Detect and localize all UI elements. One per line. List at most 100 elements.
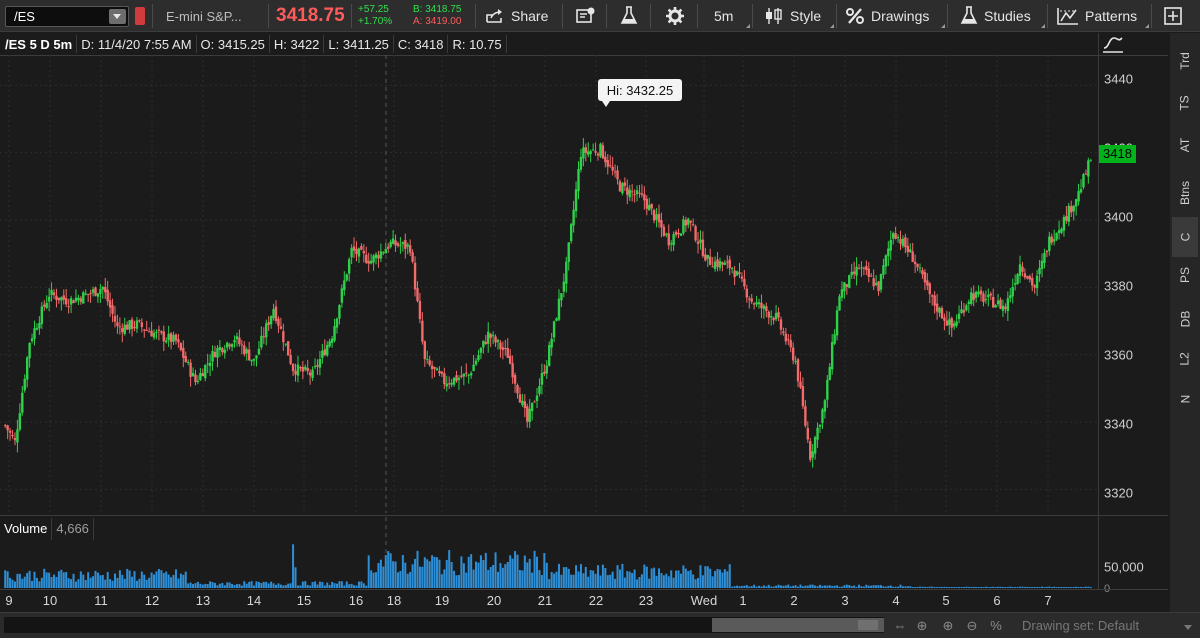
volume-bar [318,581,321,588]
candle [69,295,73,313]
volume-bar [289,583,292,588]
candle [250,359,253,366]
time-label: 23 [638,593,654,608]
candle [6,424,9,440]
zoom-out-icon[interactable]: ⊖ [964,618,980,634]
candle [516,383,519,399]
candle [950,316,953,337]
candle [918,263,922,273]
zoom-in-icon[interactable]: ⊕ [940,618,956,634]
volume-bar [377,563,380,588]
candle [655,208,658,228]
volume-bar [370,570,373,588]
bar-high: H: 3422 [273,36,320,52]
candle [811,444,814,468]
settings-button[interactable] [665,0,691,32]
tab-c[interactable]: C [1172,217,1198,257]
tab-btns[interactable]: Btns [1172,173,1198,213]
candle [560,293,563,308]
scrollbar-grip[interactable] [858,620,878,630]
volume-tick: 50,000 [1104,559,1144,575]
candle [1084,169,1088,175]
candle [448,376,451,389]
link-color-icon[interactable] [135,7,145,25]
timeframe-label: 5m [714,8,734,24]
candle [572,200,575,233]
tab-ts[interactable]: TS [1172,83,1198,123]
tab-ps[interactable]: PS [1172,255,1198,295]
tab-l2[interactable]: L2 [1172,339,1198,379]
candle [208,354,212,377]
volume-bar [260,583,263,588]
time-label: 1 [739,593,747,608]
candle [584,143,588,162]
volume-bar [138,578,141,588]
price-chart[interactable]: Hi: 3432.25 [0,55,1098,513]
candle [596,152,600,161]
candle [223,344,226,359]
high-bubble: Hi: 3432.25 [598,79,682,107]
volume-bar [211,582,214,588]
volume-bar [472,569,475,588]
chevron-down-icon[interactable] [109,9,126,24]
candle [369,253,373,265]
candle [430,360,434,379]
time-label: 12 [144,593,160,608]
candle [511,355,514,384]
high-bubble-label: Hi: 3432.25 [607,83,674,98]
share-button[interactable]: Share [485,0,548,32]
timeframe-button[interactable]: 5m [714,0,733,32]
candle [462,373,466,386]
candle [887,241,890,267]
price-axis[interactable]: 3440 3420 3400 3380 3360 3340 3320 50,00… [1098,33,1168,595]
candle [355,241,358,262]
volume-bar [540,575,543,588]
candle [1077,183,1080,206]
candle [548,341,551,367]
drawings-button[interactable]: Drawings [845,0,929,32]
volume-bar [570,574,573,588]
tab-n[interactable]: N [1172,379,1198,419]
candle [299,365,302,372]
candle [487,322,490,353]
studies-button[interactable]: Studies [960,0,1031,32]
volume-bar [928,586,931,588]
candle [845,283,849,295]
candle [311,366,314,382]
tab-trd[interactable]: Trd [1172,41,1198,81]
candle [269,315,273,329]
candle [735,270,739,276]
more-button[interactable] [1164,0,1200,32]
chart-snapshot-button[interactable] [576,0,602,32]
tab-at[interactable]: AT [1172,125,1198,165]
time-label: 6 [993,593,1001,608]
tab-label: C [1177,232,1192,242]
symbol-input[interactable]: /ES [14,9,35,24]
volume-bar [187,583,190,588]
candle [140,318,144,333]
candle [699,230,702,250]
percent-icon[interactable]: % [988,618,1004,634]
candle [1089,158,1092,162]
volume-bar [1021,586,1024,588]
candle [489,332,492,348]
drawing-set-selector[interactable]: Drawing set: Default [1022,618,1139,633]
volume-bar [84,580,87,588]
candle [716,252,719,272]
candle [706,254,709,268]
pan-icon[interactable]: ⇔ [892,618,908,634]
chevron-down-icon[interactable] [1184,625,1192,630]
volume-bar [1033,586,1036,588]
time-axis[interactable]: 9 10 11 12 13 14 15 16 18 19 20 21 22 23… [0,591,1098,613]
tab-db[interactable]: DB [1172,299,1198,339]
symbol-selector[interactable]: /ES [5,6,129,27]
volume-chart[interactable] [0,517,1098,589]
flask-button[interactable] [620,0,644,32]
patterns-button[interactable]: Patterns [1057,0,1137,32]
volume-bar [416,550,419,588]
candle [789,334,792,353]
candle [23,374,26,393]
style-button[interactable]: Style [764,0,821,32]
volume-bar [492,564,495,588]
crosshair-icon[interactable]: ⊕ [914,618,930,634]
